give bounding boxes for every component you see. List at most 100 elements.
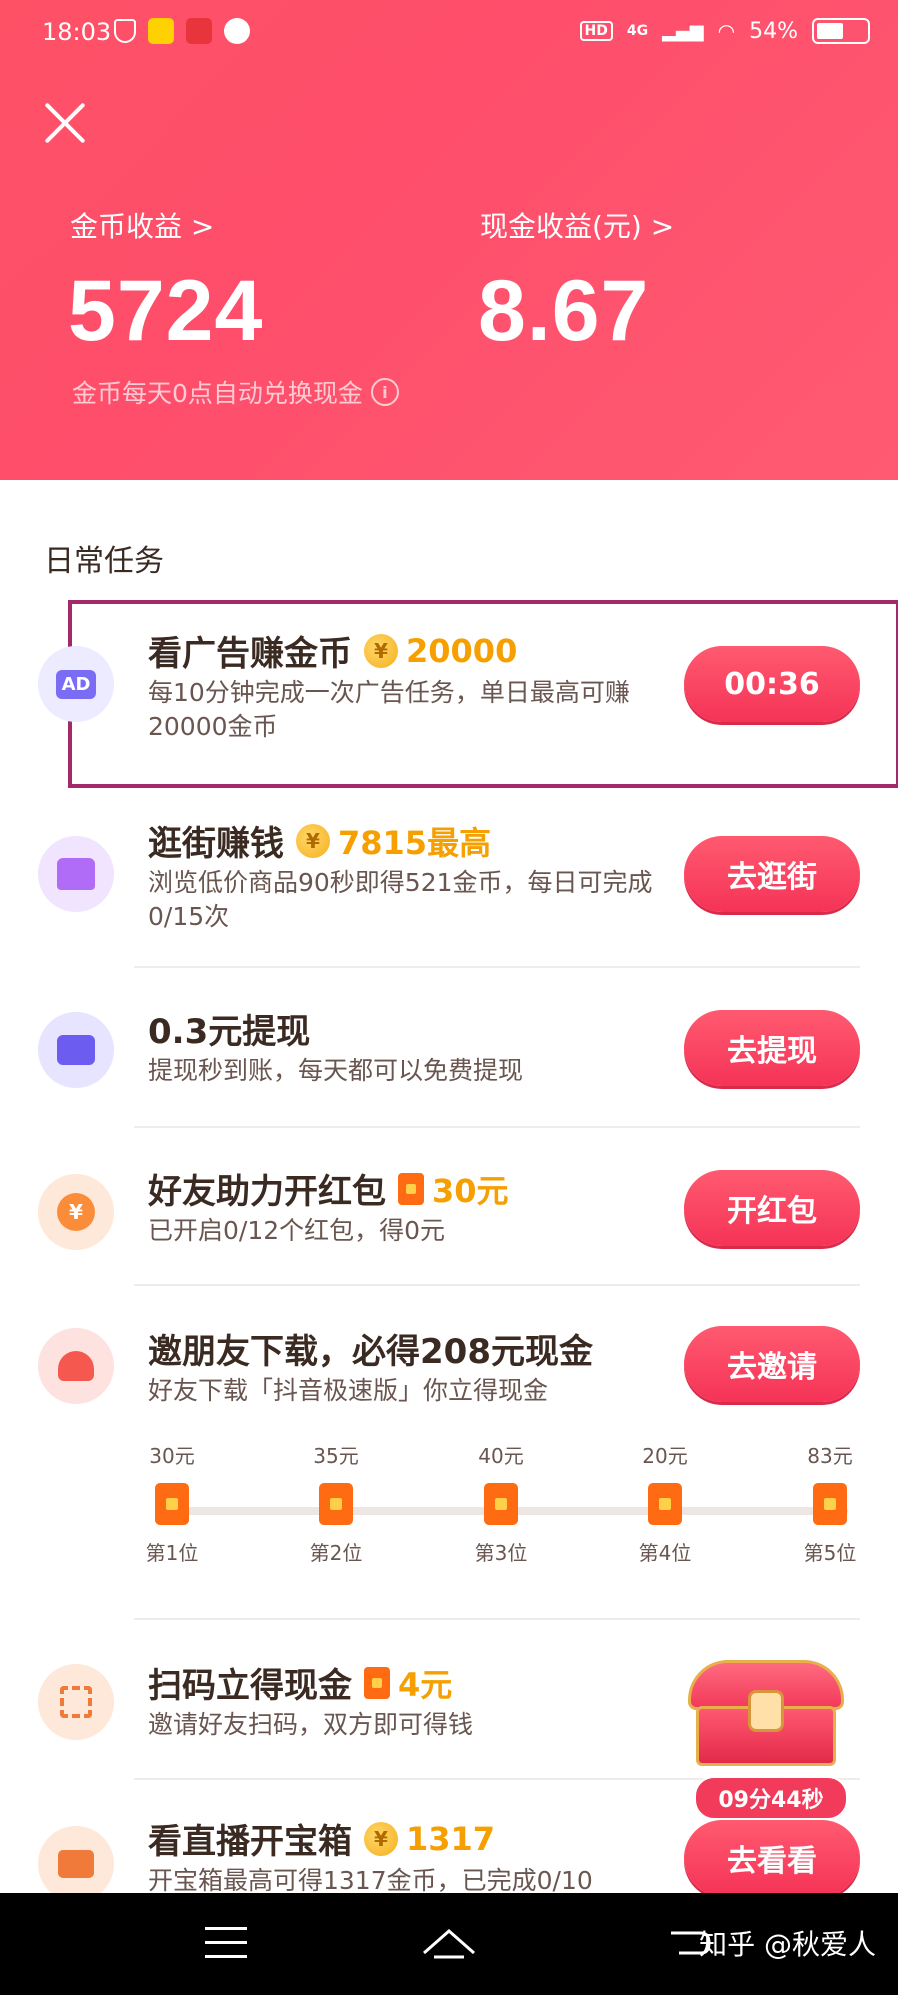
cash-earnings-label[interactable]: 现金收益(元) > xyxy=(480,205,674,245)
meituan-icon xyxy=(148,18,174,44)
divider xyxy=(134,1284,860,1286)
network-label: 4G xyxy=(626,23,649,39)
milestone-position: 第2位 xyxy=(309,1541,363,1565)
hd-icon: HD xyxy=(579,21,613,41)
divider xyxy=(134,1126,860,1128)
chest-timer[interactable]: 09分44秒 xyxy=(694,1776,848,1820)
wifi-icon: ◠ xyxy=(717,19,736,43)
coin-earnings-label[interactable]: 金币收益 > xyxy=(70,205,214,245)
home-icon[interactable] xyxy=(420,1923,478,1961)
task-title: 逛街赚钱 ¥7815最高 xyxy=(148,816,491,865)
red-packet-icon xyxy=(364,1666,390,1699)
scan-icon xyxy=(38,1664,114,1740)
task-desc: 好友下载「抖音极速版」你立得现金 xyxy=(148,1376,549,1405)
battery-percent: 54% xyxy=(749,18,798,44)
exchange-hint: 金币每天0点自动兑换现金 i xyxy=(72,374,399,410)
shop-icon xyxy=(38,836,114,912)
milestone: 30元 第1位 xyxy=(132,1440,212,1566)
shield-icon xyxy=(114,19,136,43)
earnings-header: 18:03 HD 4G ▂▄▆ ◠ 54% 金币收益 > 5724 现金收益(元… xyxy=(0,0,898,480)
invite-icon xyxy=(38,1328,114,1404)
close-icon[interactable] xyxy=(42,100,88,146)
task-reward-value: 30元 xyxy=(432,1171,509,1210)
divider xyxy=(134,1618,860,1620)
invite-progress: 30元 第1位 35元 第2位 40元 第3位 20元 第4位 83元 第5位 xyxy=(0,1440,898,1580)
task-desc: 已开启0/12个红包，得0元 xyxy=(148,1216,446,1245)
task-reward: 4元 xyxy=(364,1660,452,1706)
signal-icon: ▂▄▆ xyxy=(662,20,704,42)
info-icon[interactable]: i xyxy=(370,378,399,406)
system-nav-bar: 知乎 @秋爱人 xyxy=(0,1893,898,1995)
task-title-text: 看广告赚金币 xyxy=(148,634,352,674)
task-desc: 提现秒到账，每天都可以免费提现 xyxy=(148,1056,524,1085)
task-reward-value: 20000 xyxy=(406,631,518,670)
treasure-chest-icon[interactable] xyxy=(688,1660,844,1770)
milestone-position: 第5位 xyxy=(803,1541,857,1565)
section-title: 日常任务 xyxy=(44,544,164,579)
task-reward-value: 7815最高 xyxy=(338,823,492,862)
status-right: HD 4G ▂▄▆ ◠ 54% xyxy=(579,18,870,44)
milestone: 35元 第2位 xyxy=(296,1440,376,1566)
task-desc: 每10分钟完成一次广告任务，单日最高可赚20000金币 xyxy=(148,678,630,741)
yuan-icon: ¥ xyxy=(38,1174,114,1250)
milestone: 20元 第4位 xyxy=(625,1440,705,1566)
milestone-amount: 40元 xyxy=(478,1444,524,1468)
ad-countdown-button[interactable]: 00:36 xyxy=(684,646,860,722)
ad-icon: AD xyxy=(38,646,114,722)
lock-icon xyxy=(748,1690,784,1732)
invite-button[interactable]: 去邀请 xyxy=(684,1326,860,1402)
red-packet-icon xyxy=(398,1172,424,1205)
red-packet-icon xyxy=(484,1483,518,1525)
task-reward: 30元 xyxy=(398,1166,509,1212)
watermark: 知乎 @秋爱人 xyxy=(699,1928,876,1961)
task-reward: ¥1317 xyxy=(364,1820,495,1858)
milestone-position: 第4位 xyxy=(638,1541,692,1565)
heart-app-icon xyxy=(186,18,212,44)
task-title: 看直播开宝箱 ¥1317 xyxy=(148,1814,495,1863)
wallet-icon xyxy=(38,1012,114,1088)
watch-live-button[interactable]: 去看看 xyxy=(684,1820,860,1896)
task-title: 看广告赚金币 ¥20000 xyxy=(148,626,517,675)
exchange-hint-text: 金币每天0点自动兑换现金 xyxy=(72,379,363,408)
open-red-packet-button[interactable]: 开红包 xyxy=(684,1170,860,1246)
go-shopping-button[interactable]: 去逛街 xyxy=(684,836,860,912)
cash-earnings-value: 8.67 xyxy=(478,263,650,359)
status-time: 18:03 xyxy=(42,18,112,46)
milestone: 83元 第5位 xyxy=(790,1440,870,1566)
red-packet-icon xyxy=(648,1483,682,1525)
status-notification-icons xyxy=(114,18,250,44)
milestone-amount: 35元 xyxy=(313,1444,359,1468)
milestone-position: 第3位 xyxy=(474,1541,528,1565)
task-title-text: 好友助力开红包 xyxy=(148,1172,386,1212)
task-title: 0.3元提现 xyxy=(148,1012,311,1052)
battery-icon xyxy=(812,18,870,44)
coin-icon: ¥ xyxy=(364,633,398,668)
red-packet-icon xyxy=(155,1483,189,1525)
task-title: 扫码立得现金 4元 xyxy=(148,1658,452,1707)
task-reward-value: 1317 xyxy=(406,1819,496,1858)
milestone-amount: 20元 xyxy=(642,1444,688,1468)
task-reward: ¥7815最高 xyxy=(296,818,491,864)
task-desc: 浏览低价商品90秒即得521金币，每日可完成0/15次 xyxy=(148,868,653,931)
red-packet-icon xyxy=(813,1483,847,1525)
status-bar: 18:03 HD 4G ▂▄▆ ◠ 54% xyxy=(0,0,898,64)
menu-icon[interactable] xyxy=(205,1927,247,1969)
tv-icon xyxy=(38,1826,114,1902)
task-desc: 邀请好友扫码，双方即可得钱 xyxy=(148,1710,474,1739)
task-reward: ¥20000 xyxy=(364,632,517,670)
compass-icon xyxy=(224,18,250,44)
red-packet-icon xyxy=(319,1483,353,1525)
milestone-amount: 83元 xyxy=(807,1444,853,1468)
milestone-position: 第1位 xyxy=(145,1541,199,1565)
task-title: 好友助力开红包 30元 xyxy=(148,1164,509,1213)
task-reward-value: 4元 xyxy=(398,1665,453,1704)
withdraw-button[interactable]: 去提现 xyxy=(684,1010,860,1086)
milestone-amount: 30元 xyxy=(149,1444,195,1468)
task-title: 邀朋友下载，必得208元现金 xyxy=(148,1332,593,1372)
task-title-text: 扫码立得现金 xyxy=(148,1666,352,1706)
divider xyxy=(134,966,860,968)
task-title-text: 看直播开宝箱 xyxy=(148,1822,352,1862)
coin-earnings-value: 5724 xyxy=(68,263,264,359)
coin-icon: ¥ xyxy=(364,1821,398,1856)
task-title-text: 逛街赚钱 xyxy=(148,824,284,864)
